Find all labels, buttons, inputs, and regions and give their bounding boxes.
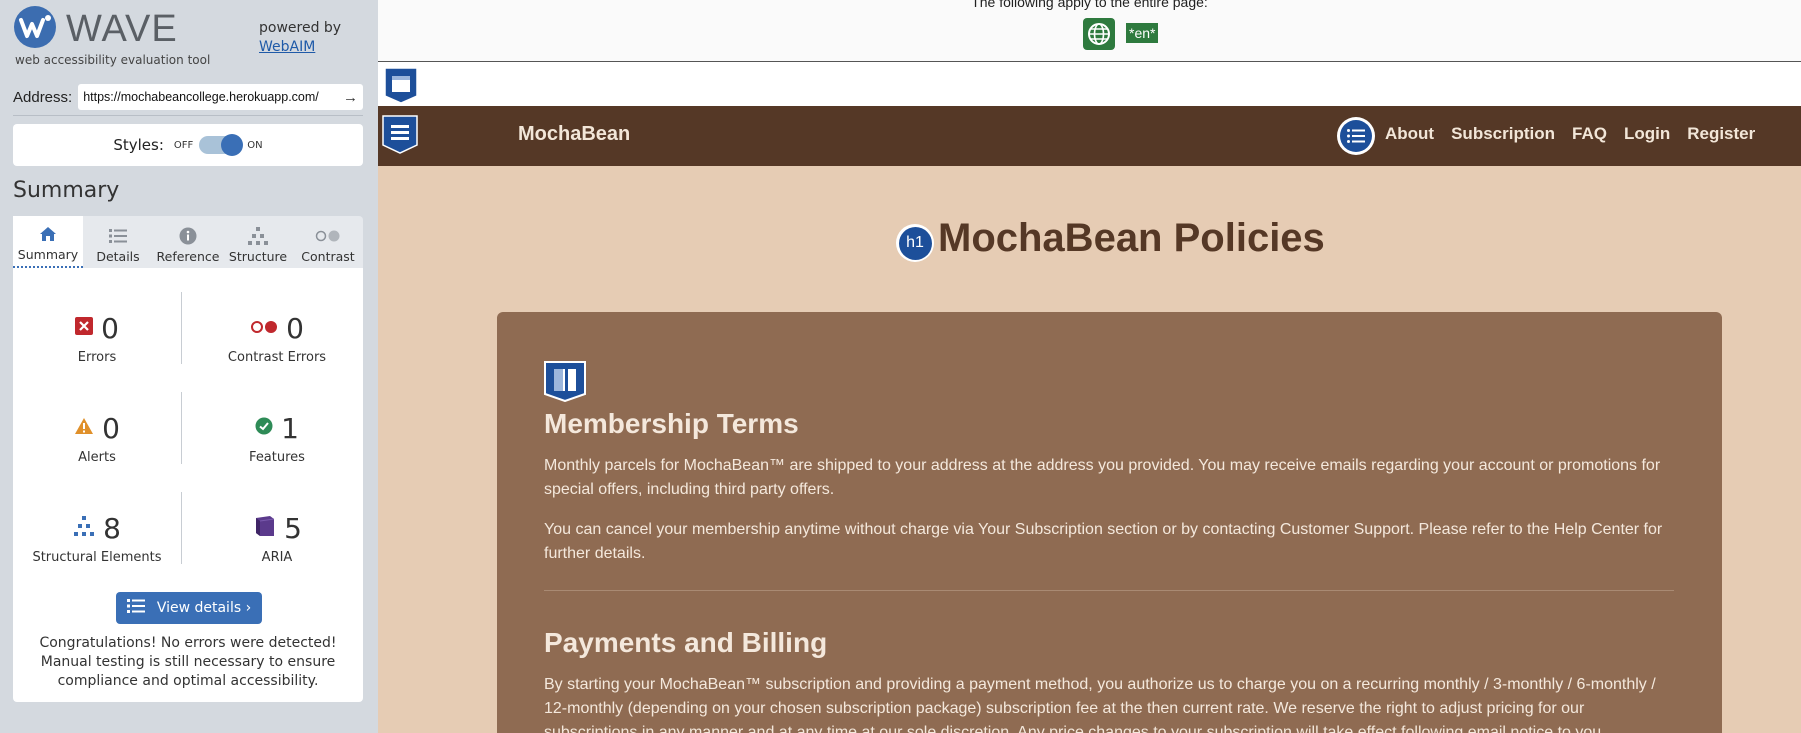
- stat-aria[interactable]: 5 ARIA: [197, 508, 357, 588]
- address-input[interactable]: https://mochabeancollege.herokuapp.com/ …: [78, 84, 363, 110]
- powered-by-text: powered by: [259, 20, 342, 36]
- navigation-region-icon[interactable]: [380, 114, 418, 154]
- section-title-payments: Payments and Billing: [544, 627, 828, 658]
- notice-text: The following apply to the entire page:: [971, 0, 1208, 10]
- list-icon: [109, 225, 127, 247]
- aria-count: 5: [284, 511, 302, 545]
- alerts-count: 0: [102, 411, 120, 445]
- view-details-label: View details ›: [156, 600, 252, 616]
- divider: [13, 115, 363, 116]
- check-circle-icon: [255, 417, 273, 439]
- address-value[interactable]: https://mochabeancollege.herokuapp.com/: [83, 90, 340, 104]
- errors-label: Errors: [77, 350, 117, 365]
- divider: [544, 590, 1674, 591]
- tab-label: Contrast: [301, 249, 355, 264]
- language-tag[interactable]: *en*: [1126, 23, 1159, 43]
- stat-errors[interactable]: 0 Errors: [17, 308, 177, 388]
- tab-structure[interactable]: Structure: [223, 216, 293, 268]
- tab-label: Structure: [228, 249, 288, 264]
- section-paragraph: You can cancel your membership anytime w…: [544, 521, 1663, 562]
- styles-on-label: ON: [247, 139, 263, 151]
- arrow-right-icon[interactable]: →: [340, 89, 358, 106]
- h1-badge-label: h1: [898, 226, 932, 260]
- stat-contrast-errors[interactable]: 0 Contrast Errors: [197, 308, 357, 388]
- wave-sidebar: WAVE web accessibility evaluation tool p…: [0, 0, 378, 733]
- list-icon: [126, 599, 145, 617]
- structural-count: 8: [103, 511, 121, 545]
- styles-off-label: OFF: [173, 139, 194, 151]
- alert-icon: [74, 417, 94, 439]
- divider: [181, 392, 182, 464]
- tab-contrast[interactable]: Contrast: [293, 216, 363, 268]
- contrast-errors-label: Contrast Errors: [227, 350, 327, 365]
- header-region-icon[interactable]: [382, 66, 420, 104]
- info-icon: [179, 225, 197, 247]
- features-count: 1: [281, 411, 299, 445]
- sitemap-icon: [248, 225, 268, 247]
- home-icon: [39, 223, 57, 245]
- wave-brand-name: WAVE: [66, 8, 178, 50]
- alerts-label: Alerts: [78, 450, 116, 465]
- section-paragraph: Monthly parcels for MochaBean™ are shipp…: [544, 457, 1661, 498]
- contrast-error-icon: [250, 319, 278, 338]
- site-navbar: MochaBean About Subscription FAQ Login R…: [378, 106, 1801, 166]
- error-icon: [75, 317, 94, 339]
- policies-card: Membership Terms Monthly parcels for Moc…: [497, 312, 1722, 733]
- divider: [181, 492, 182, 564]
- section-paragraph: By starting your MochaBean™ subscription…: [544, 676, 1656, 733]
- tab-summary[interactable]: Summary: [13, 216, 83, 268]
- aria-cube-icon: [252, 515, 276, 541]
- sitemap-icon: [73, 516, 95, 540]
- wave-page-notice: The following apply to the entire page: …: [378, 0, 1801, 62]
- congrats-message: Congratulations! No errors were detected…: [39, 635, 337, 689]
- wave-tabs: Summary Details Reference Structure Cont…: [13, 216, 363, 268]
- webaim-link[interactable]: WebAIM: [259, 39, 315, 55]
- structural-label: Structural Elements: [32, 550, 162, 565]
- main-region-icon[interactable]: [543, 360, 587, 407]
- tab-details[interactable]: Details: [83, 216, 153, 268]
- wave-tagline: web accessibility evaluation tool: [15, 53, 211, 67]
- nav-link-login[interactable]: Login: [1624, 124, 1670, 144]
- unordered-list-icon[interactable]: [1337, 117, 1375, 155]
- nav-link-faq[interactable]: FAQ: [1572, 124, 1607, 144]
- contrast-icon: [315, 225, 341, 247]
- errors-count: 0: [101, 311, 119, 345]
- address-label: Address:: [13, 88, 73, 106]
- header-band: [378, 62, 1801, 106]
- stat-alerts[interactable]: 0 Alerts: [17, 408, 177, 488]
- nav-link-subscription[interactable]: Subscription: [1451, 124, 1555, 144]
- styles-toggle[interactable]: [199, 134, 244, 156]
- summary-heading: Summary: [13, 178, 120, 203]
- tab-label: Summary: [17, 247, 79, 262]
- tab-reference[interactable]: Reference: [153, 216, 223, 268]
- heading-badge-icon[interactable]: h1: [896, 224, 934, 262]
- powered-by: powered by WebAIM: [259, 19, 341, 57]
- nav-link-register[interactable]: Register: [1687, 124, 1755, 144]
- site-brand[interactable]: MochaBean: [518, 123, 630, 146]
- wave-brand[interactable]: WAVE web accessibility evaluation tool: [14, 6, 254, 68]
- tab-label: Details: [96, 249, 140, 264]
- wave-logo-icon: [14, 6, 56, 48]
- stat-structural[interactable]: 8 Structural Elements: [17, 508, 177, 588]
- contrast-errors-count: 0: [286, 311, 304, 345]
- tab-label: Reference: [156, 249, 220, 264]
- nav-links: About Subscription FAQ Login Register: [1385, 124, 1772, 144]
- section-title-membership: Membership Terms: [544, 408, 799, 439]
- list-icon: [1340, 120, 1372, 152]
- features-label: Features: [249, 450, 305, 465]
- aria-label: ARIA: [261, 550, 293, 565]
- address-row: Address: https://mochabeancollege.heroku…: [13, 84, 363, 110]
- summary-panel: 0 Errors 0 Contrast Errors 0 Alerts 1 Fe…: [13, 268, 363, 702]
- stat-features[interactable]: 1 Features: [197, 408, 357, 488]
- toggle-knob[interactable]: [221, 134, 244, 156]
- page-title: MochaBean Policies: [938, 216, 1325, 260]
- styles-label: Styles:: [113, 136, 164, 154]
- globe-icon[interactable]: [1083, 18, 1115, 50]
- styles-toggle-box: Styles: OFF ON: [13, 124, 363, 166]
- nav-link-about[interactable]: About: [1385, 124, 1434, 144]
- view-details-button[interactable]: View details ›: [116, 592, 262, 624]
- evaluated-page: The following apply to the entire page: …: [378, 0, 1801, 733]
- divider: [181, 292, 182, 364]
